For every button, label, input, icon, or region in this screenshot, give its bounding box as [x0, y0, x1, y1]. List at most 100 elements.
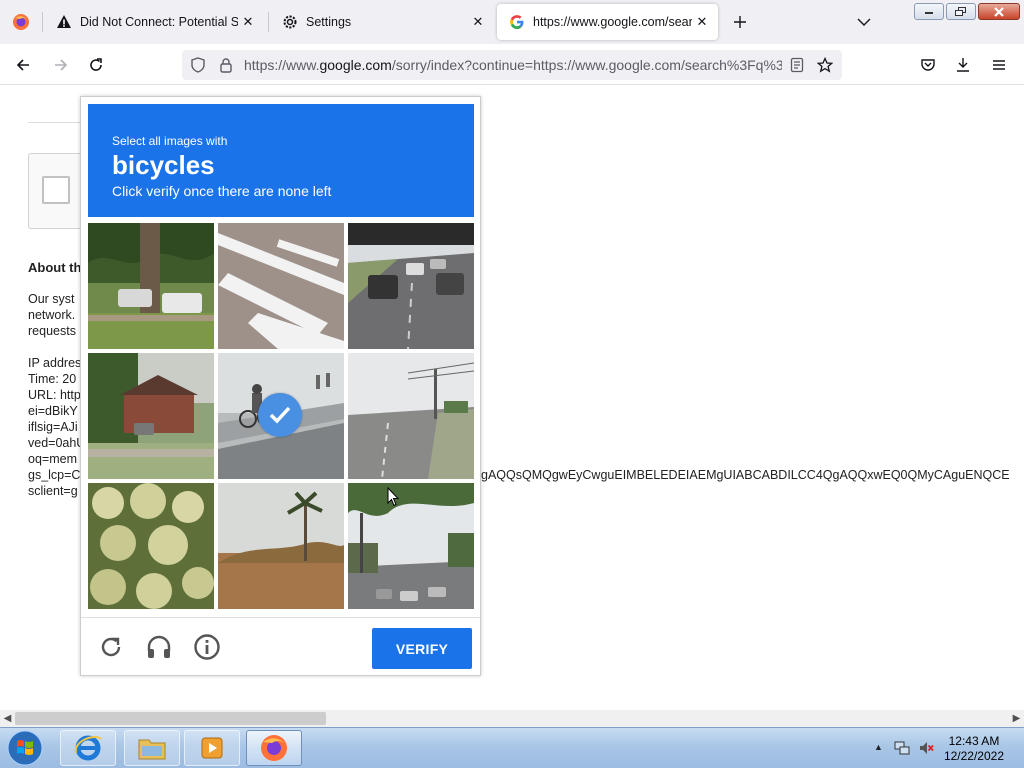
windows-logo-icon — [7, 730, 43, 766]
audio-challenge-button[interactable] — [144, 632, 174, 662]
explanation-line: network. — [28, 308, 76, 322]
detail-line: Time: 20 — [28, 372, 77, 386]
taskbar-media-player[interactable] — [184, 730, 240, 766]
verify-button[interactable]: VERIFY — [372, 628, 472, 669]
about-heading: About th — [28, 260, 82, 275]
pocket-button[interactable] — [915, 52, 941, 78]
hamburger-menu-icon — [993, 60, 1005, 70]
reader-view-icon[interactable] — [789, 57, 805, 78]
folder-icon — [138, 739, 166, 760]
reload-button[interactable] — [83, 52, 109, 78]
image-tile[interactable] — [88, 483, 214, 609]
checkmark-icon — [258, 393, 302, 437]
media-player-icon — [201, 737, 223, 759]
image-tile[interactable] — [218, 483, 344, 609]
tab-label: Settings — [306, 15, 352, 29]
arrow-right-icon — [55, 59, 68, 71]
internet-explorer-icon — [74, 735, 102, 761]
forward-button[interactable] — [48, 52, 74, 78]
mouse-cursor-icon — [387, 486, 400, 512]
detail-line: gs_lcp=C — [28, 468, 81, 482]
image-grid — [88, 223, 474, 609]
tab-separator — [268, 12, 269, 32]
tab-did-not-connect[interactable]: Did Not Connect: Potential Secu ✕ — [44, 4, 264, 40]
image-tile[interactable] — [88, 353, 214, 479]
reload-icon — [101, 637, 121, 657]
close-icon[interactable]: ✕ — [692, 12, 712, 32]
reload-challenge-button[interactable] — [96, 632, 126, 662]
arrow-left-icon — [16, 59, 29, 71]
scrollbar-thumb[interactable] — [15, 712, 326, 725]
close-window-button[interactable] — [978, 3, 1020, 20]
google-icon — [509, 14, 525, 30]
volume-muted-icon[interactable] — [918, 740, 934, 761]
scroll-right-arrow-icon[interactable]: ▶ — [1009, 710, 1024, 727]
detail-line: URL: http — [28, 388, 81, 402]
url-path: /sorry/index?continue=https://www.google… — [391, 57, 782, 73]
show-hidden-icons-arrow-icon[interactable]: ▲ — [874, 742, 883, 752]
headphones-icon — [147, 635, 171, 658]
taskbar-firefox[interactable] — [246, 730, 302, 766]
detail-line: IP addres — [28, 356, 82, 370]
image-tile[interactable] — [218, 223, 344, 349]
close-icon[interactable]: ✕ — [238, 12, 258, 32]
url-bar[interactable]: https://www.google.com/sorry/index?conti… — [182, 50, 842, 80]
tab-google-search[interactable]: https://www.google.com/search ✕ — [497, 4, 718, 40]
taskbar-internet-explorer[interactable] — [60, 730, 116, 766]
bookmark-star-icon[interactable] — [816, 56, 834, 78]
help-button[interactable] — [192, 632, 222, 662]
pocket-icon — [921, 59, 935, 71]
gear-icon — [282, 14, 298, 30]
challenge-target: bicycles — [112, 150, 215, 180]
firefox-view-icon[interactable] — [0, 0, 42, 44]
recaptcha-challenge: Select all images with bicycles Click ve… — [80, 96, 481, 676]
start-button[interactable] — [4, 729, 46, 767]
navigation-toolbar: https://www.google.com/sorry/index?conti… — [0, 44, 1024, 85]
tab-settings[interactable]: Settings ✕ — [270, 4, 494, 40]
taskbar-clock[interactable]: 12:43 AM 12/22/2022 — [944, 734, 1004, 764]
list-all-tabs-button[interactable] — [852, 10, 876, 34]
close-icon[interactable]: ✕ — [468, 12, 488, 32]
scroll-left-arrow-icon[interactable]: ◀ — [0, 710, 15, 727]
lock-icon[interactable] — [218, 57, 234, 78]
image-tile[interactable] — [348, 483, 474, 609]
challenge-header: Select all images with bicycles Click ve… — [88, 104, 474, 217]
horizontal-scrollbar[interactable]: ◀ ▶ — [0, 710, 1024, 727]
clock-time: 12:43 AM — [948, 734, 1000, 748]
challenge-instruction: Select all images with — [112, 134, 228, 148]
image-tile[interactable] — [88, 223, 214, 349]
tab-label: https://www.google.com/search — [533, 15, 692, 29]
url-text[interactable]: https://www.google.com/sorry/index?conti… — [244, 57, 782, 73]
network-icon[interactable] — [894, 740, 910, 761]
recaptcha-checkbox[interactable] — [42, 176, 70, 204]
new-tab-button[interactable] — [728, 10, 752, 34]
image-tile-selected[interactable] — [218, 353, 344, 479]
recaptcha-anchor — [28, 153, 88, 229]
app-menu-button[interactable] — [986, 52, 1012, 78]
taskbar: ▲ 12:43 AM 12/22/2022 — [0, 727, 1024, 768]
shield-icon[interactable] — [190, 57, 206, 78]
url-domain: google.com — [319, 57, 392, 73]
tab-strip: Did Not Connect: Potential Secu ✕ Settin… — [0, 0, 1024, 44]
image-tile[interactable] — [348, 353, 474, 479]
back-button[interactable] — [10, 52, 36, 78]
explanation-line: Our syst — [28, 292, 75, 306]
image-tile[interactable] — [348, 223, 474, 349]
reload-icon — [90, 58, 102, 71]
taskbar-file-explorer[interactable] — [124, 730, 180, 766]
divider — [28, 122, 88, 123]
firefox-icon — [261, 735, 287, 761]
downloads-button[interactable] — [950, 52, 976, 78]
warning-icon — [56, 14, 72, 30]
minimize-button[interactable] — [914, 3, 944, 20]
system-tray: ▲ 12:43 AM 12/22/2022 — [864, 728, 1024, 769]
info-icon — [194, 634, 220, 660]
download-icon — [957, 58, 969, 72]
restore-button[interactable] — [946, 3, 976, 20]
detail-line: ei=dBikY — [28, 404, 78, 418]
challenge-subtitle: Click verify once there are none left — [112, 183, 332, 199]
gs-lcp-value: gAQQsQMQgwEyCwguEIMBELEDEIAEMgUIABCABDIL… — [481, 468, 1010, 482]
chevron-down-icon — [857, 18, 871, 26]
detail-line: sclient=g — [28, 484, 78, 498]
url-prefix: https://www. — [244, 57, 320, 73]
